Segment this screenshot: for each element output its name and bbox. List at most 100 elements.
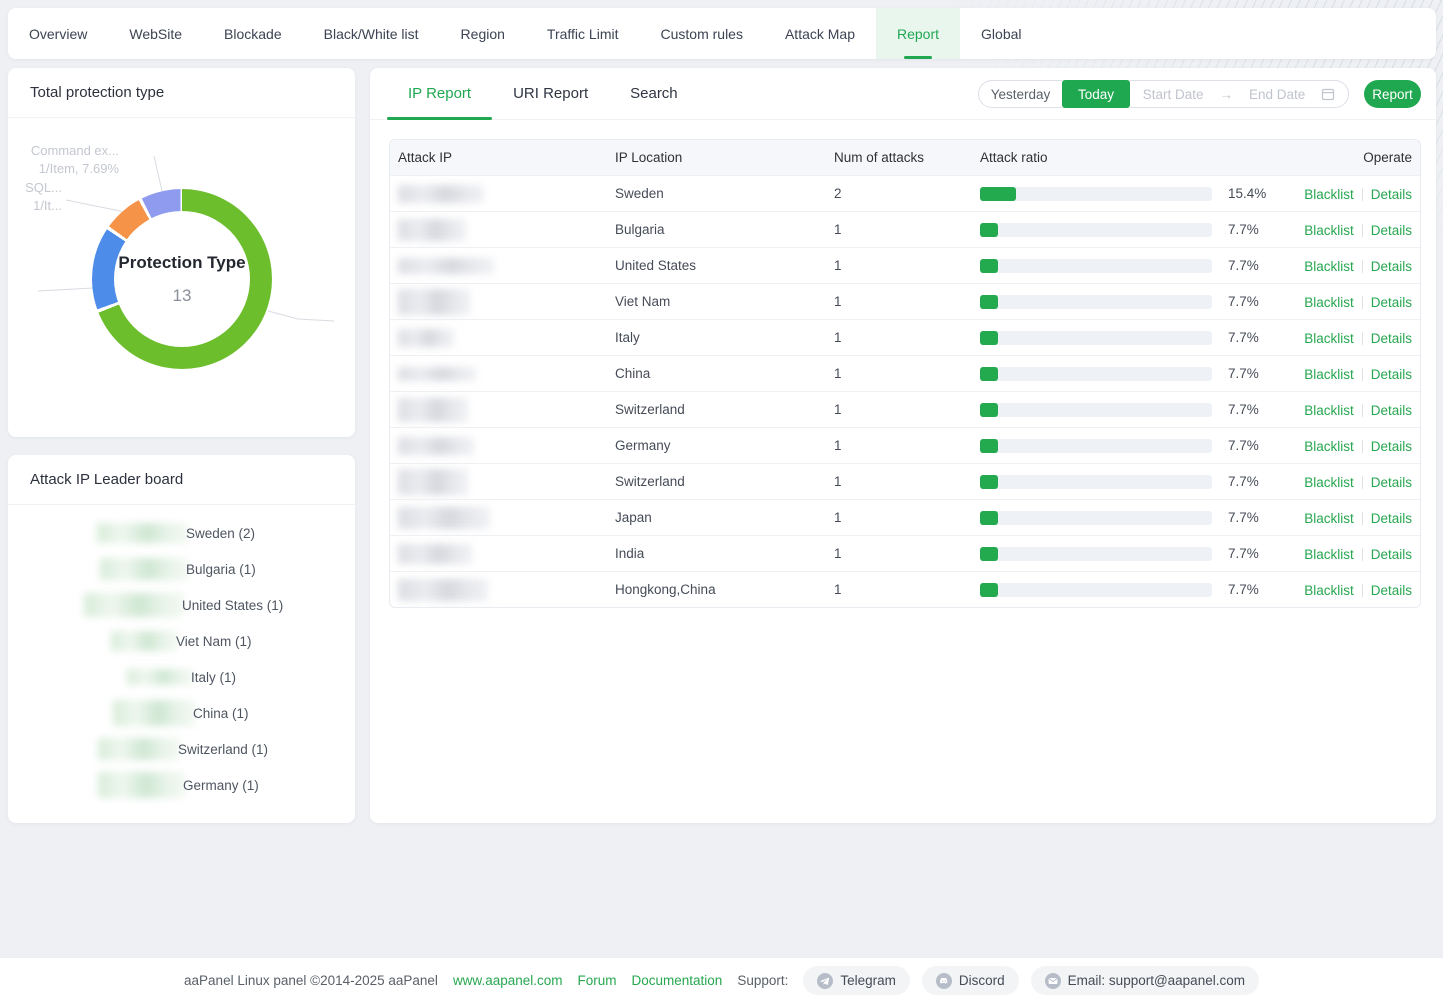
header-ip-location: IP Location <box>615 140 682 175</box>
blurred-ip-bar <box>84 593 184 617</box>
attack-ratio-fill <box>980 403 998 417</box>
blacklist-link[interactable]: Blacklist <box>1304 295 1354 310</box>
link-divider <box>1362 548 1363 561</box>
support-pill-discord[interactable]: Discord <box>922 966 1019 995</box>
active-tab-underline <box>387 117 492 120</box>
blurred-ip-bar <box>127 669 193 685</box>
website-link[interactable]: www.aapanel.com <box>453 973 563 988</box>
donut-callout-command: Command ex... 1/Item, 7.69% <box>31 142 119 178</box>
ip-location-cell: Viet Nam <box>615 284 670 320</box>
table-row: Sweden 2 15.4% Blacklist Details <box>390 175 1420 211</box>
nav-item-region[interactable]: Region <box>440 8 526 59</box>
ip-location-cell: Germany <box>615 428 671 464</box>
details-link[interactable]: Details <box>1371 187 1412 202</box>
attack-ratio-fill <box>980 223 998 237</box>
details-link[interactable]: Details <box>1371 439 1412 454</box>
num-attacks-cell: 1 <box>834 320 842 356</box>
details-link[interactable]: Details <box>1371 583 1412 598</box>
ip-location-cell: Italy <box>615 320 640 356</box>
details-link[interactable]: Details <box>1371 547 1412 562</box>
table-header-row: Attack IP IP Location Num of attacks Att… <box>390 140 1420 175</box>
leaderboard-row: Germany (1) <box>98 775 259 795</box>
blacklist-link[interactable]: Blacklist <box>1304 403 1354 418</box>
blacklist-link[interactable]: Blacklist <box>1304 511 1354 526</box>
nav-item-overview[interactable]: Overview <box>8 8 108 59</box>
nav-item-black-white-list[interactable]: Black/White list <box>303 8 440 59</box>
blurred-attack-ip <box>398 185 484 203</box>
attack-ratio-fill <box>980 187 1016 201</box>
table-row: Switzerland 1 7.7% Blacklist Details <box>390 463 1420 499</box>
telegram-icon <box>817 973 833 989</box>
nav-item-custom-rules[interactable]: Custom rules <box>640 8 764 59</box>
support-pill-telegram[interactable]: Telegram <box>803 966 910 995</box>
attack-ratio-bar <box>980 295 1212 309</box>
nav-item-traffic-limit[interactable]: Traffic Limit <box>526 8 640 59</box>
start-date-placeholder: Start Date <box>1143 87 1204 102</box>
donut-center-value: 13 <box>173 286 192 306</box>
blacklist-link[interactable]: Blacklist <box>1304 583 1354 598</box>
nav-item-label: Traffic Limit <box>547 26 619 42</box>
blacklist-link[interactable]: Blacklist <box>1304 475 1354 490</box>
attack-ratio-fill <box>980 547 998 561</box>
num-attacks-cell: 2 <box>834 176 842 212</box>
details-link[interactable]: Details <box>1371 511 1412 526</box>
blacklist-link[interactable]: Blacklist <box>1304 187 1354 202</box>
header-attack-ratio: Attack ratio <box>980 140 1048 175</box>
arrow-right-icon: → <box>1219 87 1233 102</box>
blacklist-link[interactable]: Blacklist <box>1304 259 1354 274</box>
copyright-text: aaPanel Linux panel ©2014-2025 aaPanel <box>184 973 438 988</box>
report-panel: IP Report URI Report Search Yesterday To… <box>370 68 1436 823</box>
total-protection-type-card: Total protection type Command ex... 1/It… <box>8 68 355 437</box>
blurred-ip-bar <box>98 772 185 798</box>
attack-ratio-value: 7.7% <box>1228 248 1259 284</box>
nav-item-global[interactable]: Global <box>960 8 1042 59</box>
details-link[interactable]: Details <box>1371 259 1412 274</box>
nav-item-attack-map[interactable]: Attack Map <box>764 8 876 59</box>
num-attacks-cell: 1 <box>834 248 842 284</box>
num-attacks-cell: 1 <box>834 284 842 320</box>
leaderboard-row: Bulgaria (1) <box>100 559 256 579</box>
details-link[interactable]: Details <box>1371 367 1412 382</box>
date-range-picker[interactable]: Start Date → End Date <box>1130 80 1349 108</box>
details-link[interactable]: Details <box>1371 331 1412 346</box>
date-filter-group: Yesterday Today Start Date → End Date <box>978 80 1349 108</box>
blacklist-link[interactable]: Blacklist <box>1304 367 1354 382</box>
num-attacks-cell: 1 <box>834 464 842 500</box>
table-row: Viet Nam 1 7.7% Blacklist Details <box>390 283 1420 319</box>
num-attacks-cell: 1 <box>834 572 842 608</box>
generate-report-button[interactable]: Report <box>1364 80 1421 108</box>
num-attacks-cell: 1 <box>834 392 842 428</box>
donut-center-label: Protection Type <box>118 253 245 273</box>
nav-item-website[interactable]: WebSite <box>108 8 203 59</box>
documentation-link[interactable]: Documentation <box>632 973 723 988</box>
leaderboard-row-label: Viet Nam (1) <box>176 634 252 649</box>
nav-item-report[interactable]: Report <box>876 8 960 59</box>
nav-item-blockade[interactable]: Blockade <box>203 8 303 59</box>
tab-ip-report[interactable]: IP Report <box>387 68 492 119</box>
num-attacks-cell: 1 <box>834 536 842 572</box>
table-row: Hongkong,China 1 7.7% Blacklist Details <box>390 571 1420 607</box>
attack-ratio-value: 7.7% <box>1228 356 1259 392</box>
blacklist-link[interactable]: Blacklist <box>1304 223 1354 238</box>
link-divider <box>1362 476 1363 489</box>
attack-ratio-value: 7.7% <box>1228 500 1259 536</box>
yesterday-button[interactable]: Yesterday <box>978 80 1062 108</box>
details-link[interactable]: Details <box>1371 223 1412 238</box>
blacklist-link[interactable]: Blacklist <box>1304 331 1354 346</box>
blacklist-link[interactable]: Blacklist <box>1304 547 1354 562</box>
details-link[interactable]: Details <box>1371 403 1412 418</box>
support-pill-email[interactable]: Email: support@aapanel.com <box>1031 966 1259 995</box>
forum-link[interactable]: Forum <box>578 973 617 988</box>
blacklist-link[interactable]: Blacklist <box>1304 439 1354 454</box>
attack-ratio-bar <box>980 223 1212 237</box>
ip-location-cell: Hongkong,China <box>615 572 716 608</box>
ip-location-cell: Switzerland <box>615 464 685 500</box>
table-row: Italy 1 7.7% Blacklist Details <box>390 319 1420 355</box>
details-link[interactable]: Details <box>1371 475 1412 490</box>
report-tabs: IP Report URI Report Search <box>387 68 699 119</box>
today-button[interactable]: Today <box>1062 80 1130 108</box>
tab-search[interactable]: Search <box>609 68 699 119</box>
tab-uri-report[interactable]: URI Report <box>492 68 609 119</box>
details-link[interactable]: Details <box>1371 295 1412 310</box>
attack-ratio-bar <box>980 547 1212 561</box>
